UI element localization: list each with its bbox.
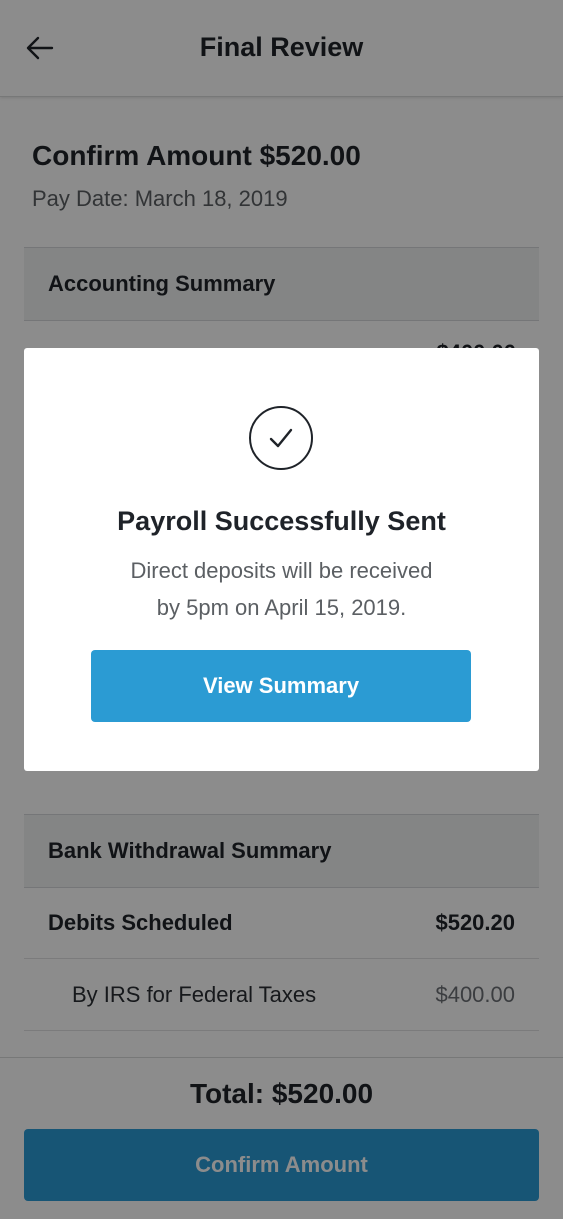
dialog-message: Direct deposits will be received by 5pm … <box>64 552 499 626</box>
dialog-message-line-1: Direct deposits will be received <box>130 558 433 583</box>
view-summary-button[interactable]: View Summary <box>91 650 471 722</box>
check-circle-icon <box>249 406 313 470</box>
success-dialog: Payroll Successfully Sent Direct deposit… <box>24 348 539 771</box>
checkmark-icon <box>269 428 293 448</box>
dialog-message-line-2: by 5pm on April 15, 2019. <box>156 595 407 620</box>
dialog-title: Payroll Successfully Sent <box>117 506 446 536</box>
